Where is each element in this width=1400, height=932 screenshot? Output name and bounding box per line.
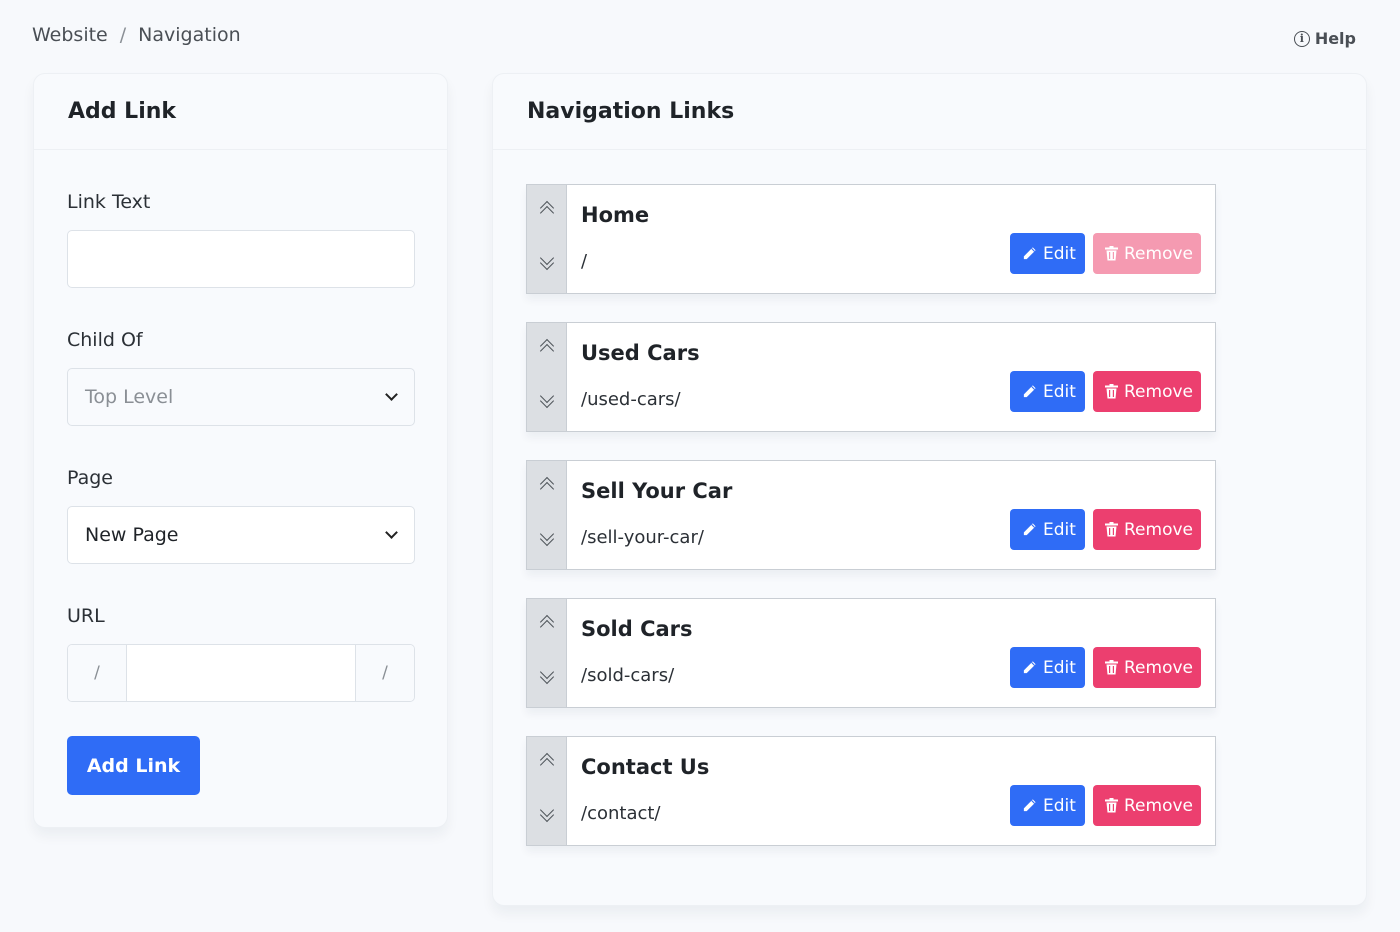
add-link-title: Add Link [34,74,447,150]
trash-icon [1105,660,1118,675]
nav-link-url: /used-cars/ [581,389,681,410]
pencil-icon [1022,246,1037,261]
nav-link-actions: Edit Remove [1010,509,1201,550]
nav-link-body: Sold Cars /sold-cars/ Edit Remove [567,599,1215,707]
reorder-handle [527,737,567,845]
breadcrumb-current: Navigation [138,24,241,46]
edit-label: Edit [1043,795,1076,816]
trash-icon [1105,798,1118,813]
nav-link-body: Home / Edit Remove [567,185,1215,293]
pencil-icon [1022,660,1037,675]
chevron-down-icon [385,525,398,539]
remove-button[interactable]: Remove [1093,647,1201,688]
remove-label: Remove [1124,243,1193,264]
nav-link-url: /contact/ [581,803,661,824]
edit-label: Edit [1043,519,1076,540]
nav-link-body: Sell Your Car /sell-your-car/ Edit Remov… [567,461,1215,569]
url-suffix: / [356,645,414,701]
pencil-icon [1022,798,1037,813]
move-up-icon[interactable] [537,199,557,221]
remove-button[interactable]: Remove [1093,509,1201,550]
nav-link-item: Sell Your Car /sell-your-car/ Edit Remov… [526,460,1216,570]
url-label: URL [67,605,105,627]
info-icon: i [1293,30,1310,47]
edit-label: Edit [1043,381,1076,402]
nav-link-actions: Edit Remove [1010,371,1201,412]
nav-link-title: Contact Us [581,755,710,779]
child-of-value: Top Level [85,386,174,408]
page-label: Page [67,467,113,489]
nav-link-body: Used Cars /used-cars/ Edit Remove [567,323,1215,431]
nav-link-actions: Edit Remove [1010,233,1201,274]
breadcrumb-separator: / [119,24,127,46]
nav-link-body: Contact Us /contact/ Edit Remove [567,737,1215,845]
navigation-page: Website / Navigation i Help Add Link Lin… [0,0,1400,932]
trash-icon [1105,246,1118,261]
pencil-icon [1022,522,1037,537]
link-text-input[interactable] [67,230,415,288]
url-input-group: / / [67,644,415,702]
move-up-icon[interactable] [537,751,557,773]
pencil-icon [1022,384,1037,399]
nav-link-title: Sell Your Car [581,479,733,503]
remove-button[interactable]: Remove [1093,785,1201,826]
trash-icon [1105,384,1118,399]
page-value: New Page [85,524,179,546]
url-prefix: / [68,645,126,701]
move-down-icon[interactable] [537,250,557,273]
move-up-icon[interactable] [537,337,557,359]
remove-label: Remove [1124,795,1193,816]
url-input[interactable] [126,645,356,701]
move-down-icon[interactable] [537,388,557,411]
move-up-icon[interactable] [537,613,557,635]
move-down-icon[interactable] [537,664,557,687]
trash-icon [1105,522,1118,537]
help-link[interactable]: i Help [1293,29,1356,48]
move-up-icon[interactable] [537,475,557,497]
page-select[interactable]: New Page [67,506,415,564]
nav-link-actions: Edit Remove [1010,785,1201,826]
child-of-select[interactable]: Top Level [67,368,415,426]
chevron-down-icon [385,387,398,401]
edit-label: Edit [1043,657,1076,678]
remove-button[interactable]: Remove [1093,233,1201,274]
remove-label: Remove [1124,657,1193,678]
reorder-handle [527,461,567,569]
breadcrumb: Website / Navigation [32,24,241,46]
nav-link-title: Sold Cars [581,617,693,641]
remove-label: Remove [1124,381,1193,402]
nav-link-title: Used Cars [581,341,700,365]
remove-label: Remove [1124,519,1193,540]
nav-link-url: /sold-cars/ [581,665,675,686]
edit-button[interactable]: Edit [1010,785,1085,826]
edit-label: Edit [1043,243,1076,264]
nav-link-actions: Edit Remove [1010,647,1201,688]
nav-link-url: /sell-your-car/ [581,527,704,548]
nav-link-url: / [581,251,588,272]
reorder-handle [527,185,567,293]
edit-button[interactable]: Edit [1010,233,1085,274]
child-of-label: Child Of [67,329,143,351]
edit-button[interactable]: Edit [1010,647,1085,688]
breadcrumb-website[interactable]: Website [32,24,108,46]
reorder-handle [527,323,567,431]
link-text-label: Link Text [67,191,151,213]
remove-button[interactable]: Remove [1093,371,1201,412]
navigation-links-card: Navigation Links Home / Edit Remove Used… [492,73,1367,906]
nav-link-item: Used Cars /used-cars/ Edit Remove [526,322,1216,432]
nav-link-item: Contact Us /contact/ Edit Remove [526,736,1216,846]
navigation-links-title: Navigation Links [493,74,1366,150]
nav-link-item: Home / Edit Remove [526,184,1216,294]
move-down-icon[interactable] [537,526,557,549]
nav-link-item: Sold Cars /sold-cars/ Edit Remove [526,598,1216,708]
add-link-card: Add Link Link Text Child Of Top Level Pa… [33,73,448,828]
move-down-icon[interactable] [537,802,557,825]
reorder-handle [527,599,567,707]
help-label: Help [1314,29,1356,48]
add-link-button[interactable]: Add Link [67,736,200,795]
nav-link-title: Home [581,203,650,227]
edit-button[interactable]: Edit [1010,509,1085,550]
edit-button[interactable]: Edit [1010,371,1085,412]
